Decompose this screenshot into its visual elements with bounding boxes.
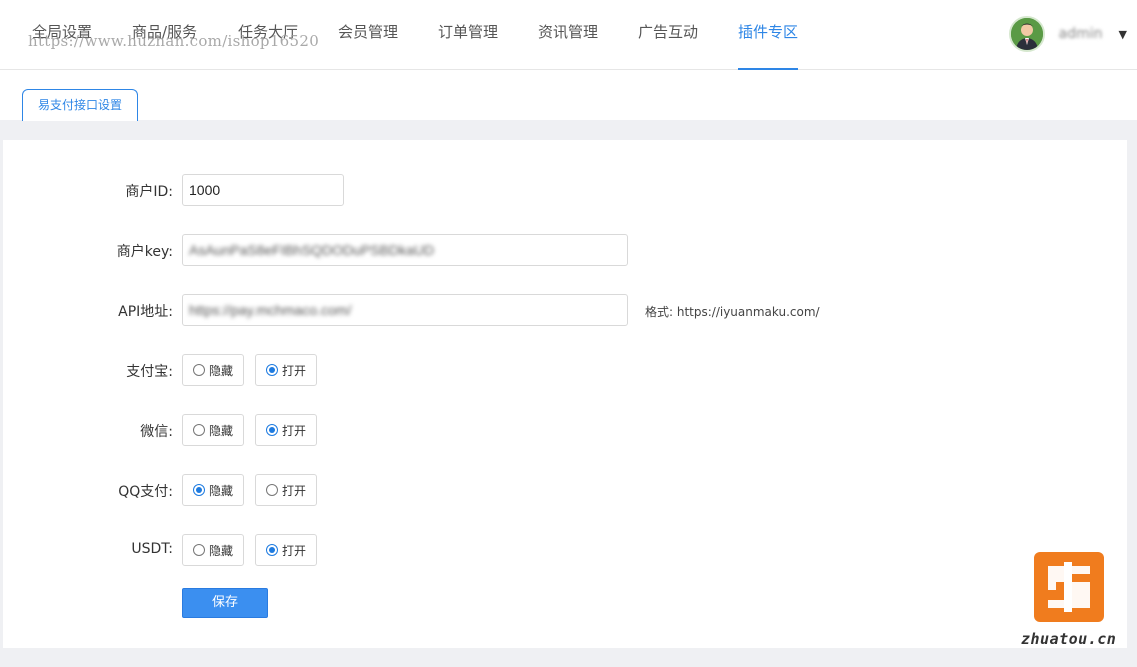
radio-on-icon <box>193 484 205 496</box>
usdt-open-radio[interactable]: 打开 <box>255 534 317 566</box>
merchant-id-label: 商户ID: <box>125 184 173 200</box>
url-watermark: https://www.huzhan.com/ishop16520 <box>28 32 320 50</box>
merchant-id-value: 1000 <box>189 182 221 198</box>
qqpay-hide-radio[interactable]: 隐藏 <box>182 474 244 506</box>
settings-form: 商户ID: 1000 商户key: AsAunPaS8eFIBhSQDODuPS… <box>3 140 1127 648</box>
radio-off-icon <box>193 544 205 556</box>
api-url-label: API地址: <box>118 304 173 320</box>
username[interactable]: admin <box>1059 26 1103 42</box>
radio-off-icon <box>193 364 205 376</box>
nav-plugins[interactable]: 插件专区 <box>738 0 799 70</box>
alipay-hide-radio[interactable]: 隐藏 <box>182 354 244 386</box>
watermark-logo <box>1034 552 1104 622</box>
avatar[interactable] <box>1008 16 1045 52</box>
api-url-hint: 格式: https://iyuanmaku.com/ <box>645 305 820 319</box>
watermark-site-text: zhuatou.cn <box>1021 630 1117 648</box>
qqpay-label: QQ支付: <box>118 484 173 500</box>
wechat-label: 微信: <box>140 424 173 440</box>
usdt-hide-label: 隐藏 <box>209 543 234 558</box>
nav-news-management[interactable]: 资讯管理 <box>538 0 598 70</box>
usdt-label: USDT: <box>131 541 173 557</box>
save-button[interactable]: 保存 <box>182 588 268 618</box>
user-menu[interactable]: admin ▼ <box>1008 12 1127 56</box>
usdt-open-label: 打开 <box>282 543 307 558</box>
nav-member-management[interactable]: 会员管理 <box>338 0 398 70</box>
nav-ad-interaction[interactable]: 广告互动 <box>638 0 698 70</box>
qqpay-open-label: 打开 <box>282 483 307 498</box>
radio-on-icon <box>266 544 278 556</box>
brand-logo-icon <box>1048 562 1090 612</box>
chevron-down-icon[interactable]: ▼ <box>1119 28 1127 41</box>
merchant-key-input[interactable]: AsAunPaS8eFIBhSQDODuPSBDkaUD <box>182 234 628 266</box>
merchant-id-input[interactable]: 1000 <box>182 174 344 206</box>
alipay-open-label: 打开 <box>282 363 307 378</box>
merchant-key-value: AsAunPaS8eFIBhSQDODuPSBDkaUD <box>189 242 435 258</box>
api-url-value: https://pay.mchmaco.com/ <box>189 302 352 318</box>
alipay-label: 支付宝: <box>126 364 173 380</box>
nav-order-management[interactable]: 订单管理 <box>438 0 498 70</box>
api-url-input[interactable]: https://pay.mchmaco.com/ <box>182 294 628 326</box>
top-navigation-bar: 全局设置 商品/服务 任务大厅 会员管理 订单管理 资讯管理 广告互动 插件专区… <box>0 0 1137 70</box>
usdt-hide-radio[interactable]: 隐藏 <box>182 534 244 566</box>
alipay-open-radio[interactable]: 打开 <box>255 354 317 386</box>
radio-on-icon <box>266 424 278 436</box>
radio-on-icon <box>266 364 278 376</box>
wechat-hide-label: 隐藏 <box>209 423 234 438</box>
qqpay-open-radio[interactable]: 打开 <box>255 474 317 506</box>
wechat-open-radio[interactable]: 打开 <box>255 414 317 446</box>
tab-epay-settings[interactable]: 易支付接口设置 <box>22 89 138 121</box>
user-avatar-icon <box>1010 18 1043 50</box>
wechat-hide-radio[interactable]: 隐藏 <box>182 414 244 446</box>
alipay-hide-label: 隐藏 <box>209 363 234 378</box>
wechat-open-label: 打开 <box>282 423 307 438</box>
qqpay-hide-label: 隐藏 <box>209 483 234 498</box>
tab-bar: 易支付接口设置 <box>0 70 1137 121</box>
radio-off-icon <box>266 484 278 496</box>
radio-off-icon <box>193 424 205 436</box>
merchant-key-label: 商户key: <box>116 244 173 260</box>
